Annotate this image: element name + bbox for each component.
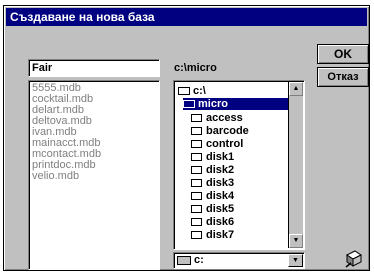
dir-item[interactable]: disk5 <box>191 203 234 215</box>
current-path-label: c:\micro <box>174 62 217 74</box>
dir-item-root[interactable]: c:\ <box>178 85 206 97</box>
file-item[interactable]: velio.mdb <box>32 171 156 182</box>
dir-item[interactable]: control <box>191 138 243 150</box>
filename-input[interactable]: Fair <box>28 59 160 77</box>
dir-item[interactable]: disk7 <box>191 229 234 241</box>
chevron-down-icon[interactable]: ▼ <box>288 254 303 267</box>
open-folder-icon <box>183 100 195 108</box>
folder-icon <box>191 205 202 213</box>
folder-icon <box>191 114 202 122</box>
drive-select[interactable]: c: ▼ <box>173 252 305 269</box>
create-database-dialog: Създаване на нова база Fair 5555.mdb coc… <box>3 5 370 271</box>
dir-item[interactable]: disk1 <box>191 151 234 163</box>
cancel-button[interactable]: Отказ <box>317 67 369 87</box>
dir-item[interactable]: disk2 <box>191 164 234 176</box>
folder-icon <box>191 153 202 161</box>
scroll-up-icon[interactable]: ▲ <box>289 82 303 96</box>
network-icon <box>345 250 362 268</box>
open-folder-icon <box>178 87 190 95</box>
folder-icon <box>191 231 202 239</box>
drive-icon <box>177 256 191 265</box>
folder-icon <box>191 218 202 226</box>
dir-item[interactable]: disk6 <box>191 216 234 228</box>
dir-item[interactable]: access <box>191 112 243 124</box>
dialog-title: Създаване на нова база <box>6 8 367 26</box>
dir-item[interactable]: disk4 <box>191 190 234 202</box>
folder-icon <box>191 140 202 148</box>
folder-icon <box>191 127 202 135</box>
folder-icon <box>191 179 202 187</box>
folder-icon <box>191 166 202 174</box>
directory-list[interactable]: c:\ micro access barcode control disk1 d… <box>173 80 305 250</box>
dir-item-current[interactable]: micro <box>183 98 289 110</box>
dir-item[interactable]: disk3 <box>191 177 234 189</box>
file-list[interactable]: 5555.mdb cocktail.mdb delart.mdb deltova… <box>28 80 160 270</box>
dir-scrollbar[interactable]: ▲ ▼ <box>288 82 303 248</box>
folder-icon <box>191 192 202 200</box>
scroll-down-icon[interactable]: ▼ <box>289 234 303 248</box>
dir-item[interactable]: barcode <box>191 125 249 137</box>
ok-button[interactable]: OK <box>317 44 369 64</box>
